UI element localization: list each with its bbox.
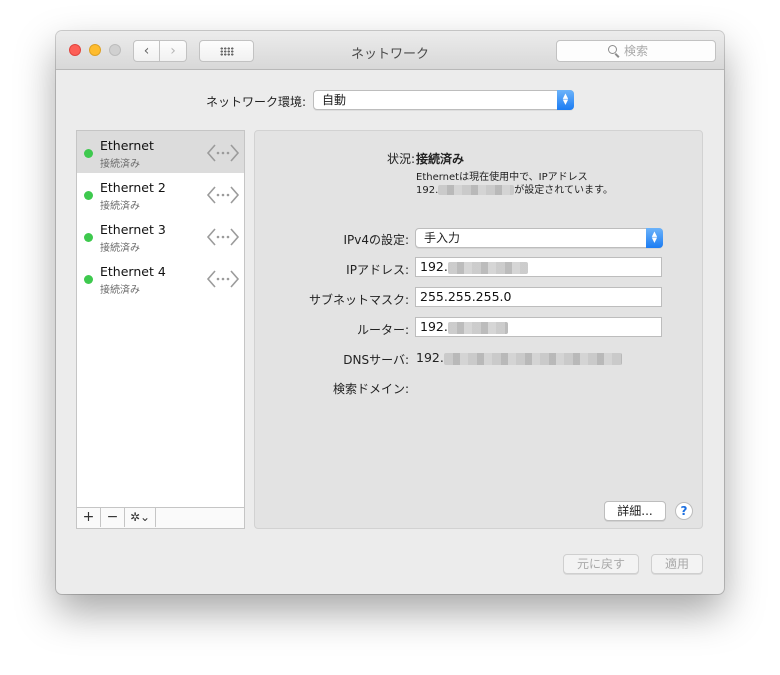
status-dot-icon [84, 275, 93, 284]
ethernet-icon [206, 186, 240, 204]
search-domain-label: 検索ドメイン: [332, 382, 409, 396]
service-item-ethernet[interactable]: Ethernet 接続済み [77, 131, 244, 173]
ipv4-config-popup[interactable]: 手入力 ▲ ▼ [415, 228, 663, 248]
router-label: ルーター: [356, 323, 409, 337]
dns-server-text: 192. [416, 350, 444, 365]
subnet-mask-label: サブネットマスク: [308, 293, 409, 307]
service-list-toolbar: + − ✲⌄ [77, 507, 244, 528]
status-dot-icon [84, 233, 93, 242]
service-status: 接続済み [100, 159, 140, 170]
status-description-line1: Ethernetは現在使用中で、IPアドレス [416, 172, 588, 183]
service-status: 接続済み [100, 285, 140, 296]
status-description-suffix: が設定されています。 [514, 185, 613, 196]
remove-service-button[interactable]: − [101, 508, 125, 527]
add-service-button[interactable]: + [77, 508, 101, 527]
title-bar: ‹ › ネットワーク 検索 [56, 31, 724, 70]
subnet-mask-field[interactable]: 255.255.255.0 [415, 287, 662, 307]
service-name: Ethernet 2 [100, 180, 166, 195]
ethernet-icon [206, 144, 240, 162]
minus-icon: − [106, 509, 119, 525]
status-description-ip: 192. [416, 185, 439, 196]
gear-icon: ✲⌄ [129, 510, 151, 524]
search-placeholder: 検索 [624, 44, 649, 58]
service-status: 接続済み [100, 243, 140, 254]
redacted-ip [438, 185, 515, 195]
ipv4-config-label: IPv4の設定: [343, 233, 409, 247]
location-label: ネットワーク環境: [206, 95, 307, 109]
action-menu-button[interactable]: ✲⌄ [125, 508, 156, 527]
location-popup[interactable]: 自動 ▲ ▼ [313, 90, 574, 110]
subnet-mask-value: 255.255.255.0 [420, 289, 512, 304]
service-item-ethernet-3[interactable]: Ethernet 3 接続済み [77, 215, 244, 257]
ip-address-field[interactable]: 192. [415, 257, 662, 277]
service-status: 接続済み [100, 201, 140, 212]
redacted-dns [443, 352, 622, 365]
status-value: 接続済み [416, 152, 465, 166]
service-name: Ethernet 3 [100, 222, 166, 237]
network-preferences-window: ‹ › ネットワーク 検索 ネットワーク環境: 自動 ▲ ▼ Ethernet 接… [56, 31, 724, 594]
service-name: Ethernet 4 [100, 264, 166, 279]
updown-arrows-icon: ▲ ▼ [557, 90, 574, 110]
redacted-ip [447, 321, 508, 334]
status-description: Ethernetは現在使用中で、IPアドレス 192. が設定されています。 [416, 171, 613, 197]
advanced-button[interactable]: 詳細... [604, 501, 666, 521]
search-field[interactable]: 検索 [556, 40, 716, 62]
ip-address-label: IPアドレス: [346, 263, 409, 277]
ipv4-config-value: 手入力 [424, 231, 461, 245]
router-value: 192. [420, 319, 448, 334]
dns-server-value: 192. [416, 350, 622, 365]
ip-address-value: 192. [420, 259, 448, 274]
service-list: Ethernet 接続済み Ethernet 2 接続済み Ethernet 3… [76, 130, 245, 529]
updown-arrows-icon: ▲ ▼ [646, 228, 663, 248]
status-label: 状況: [386, 152, 415, 166]
question-mark-icon: ? [680, 504, 688, 518]
service-name: Ethernet [100, 138, 154, 153]
revert-button[interactable]: 元に戻す [563, 554, 639, 574]
status-dot-icon [84, 149, 93, 158]
service-item-ethernet-2[interactable]: Ethernet 2 接続済み [77, 173, 244, 215]
ethernet-icon [206, 270, 240, 288]
ethernet-icon [206, 228, 240, 246]
search-icon [608, 45, 617, 54]
apply-button[interactable]: 適用 [651, 554, 703, 574]
router-field[interactable]: 192. [415, 317, 662, 337]
location-value: 自動 [322, 93, 347, 107]
service-item-ethernet-4[interactable]: Ethernet 4 接続済み [77, 257, 244, 299]
redacted-ip [447, 261, 528, 274]
status-dot-icon [84, 191, 93, 200]
dns-server-label: DNSサーバ: [343, 353, 409, 367]
plus-icon: + [82, 509, 95, 525]
help-button[interactable]: ? [675, 502, 693, 520]
service-detail-panel: 状況: 接続済み Ethernetは現在使用中で、IPアドレス 192. が設定さ… [254, 130, 703, 529]
